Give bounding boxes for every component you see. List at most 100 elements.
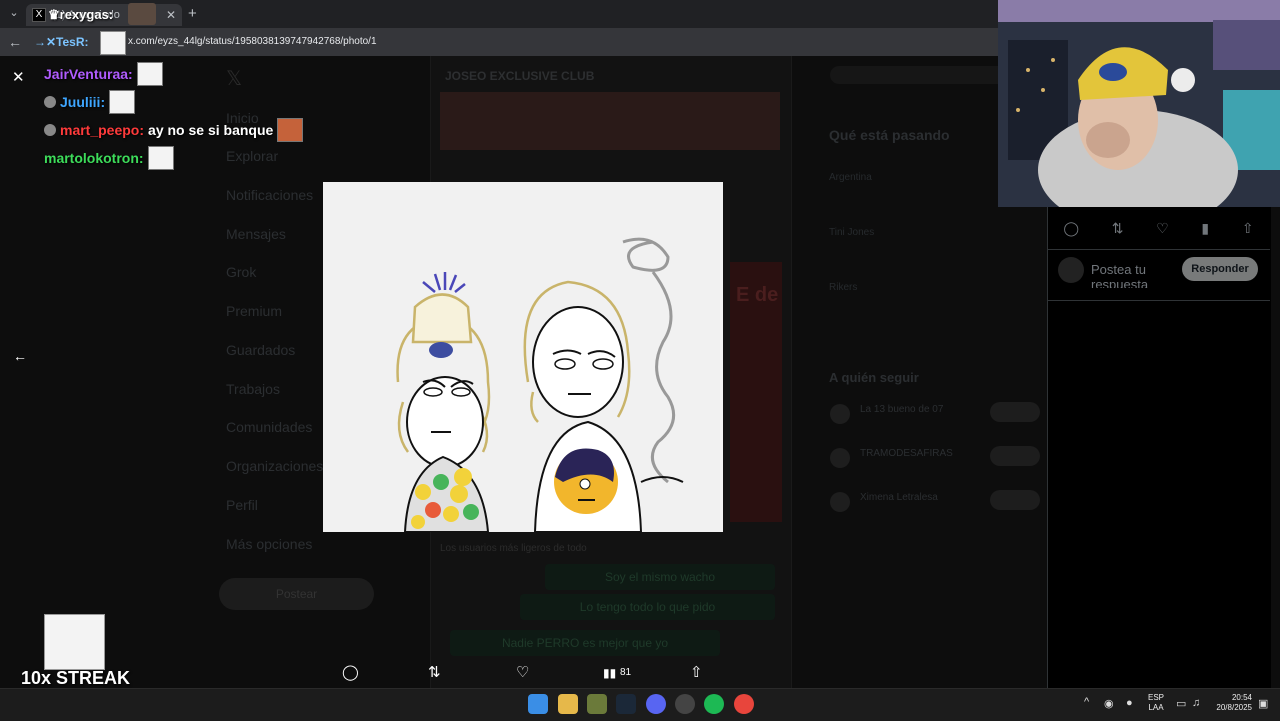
microphone-icon[interactable]: ● <box>1126 697 1133 709</box>
nav-item[interactable]: Grok <box>226 264 256 280</box>
streak-emote-icon <box>44 614 105 670</box>
language-code: ESP <box>1148 693 1165 702</box>
follow-name: La 13 bueno de 07 <box>860 404 944 415</box>
trend-item[interactable]: Tini Jones <box>829 227 874 238</box>
avatar <box>830 448 850 468</box>
date: 20/8/2025 <box>1216 703 1252 712</box>
clock[interactable]: 20:54 20/8/2025 <box>1210 693 1252 713</box>
post-text: Los usuarios más ligeros de todo <box>440 543 587 554</box>
close-icon[interactable]: ✕ <box>12 68 25 86</box>
webcam-image <box>998 0 1280 207</box>
avatar <box>830 492 850 512</box>
file-explorer-icon[interactable] <box>558 694 578 714</box>
previous-photo-icon[interactable]: ← <box>13 348 27 364</box>
repost-icon[interactable]: ⇅ <box>1112 220 1124 237</box>
network-icon[interactable]: ◉ <box>1104 697 1114 710</box>
repost-icon[interactable]: ⇅ <box>428 663 441 681</box>
post-button[interactable]: Postear <box>219 578 374 610</box>
post-option[interactable]: Lo tengo todo lo que pido <box>520 594 775 620</box>
emote-icon <box>109 90 136 114</box>
badge-icon <box>44 124 56 136</box>
volume-icon[interactable]: ♫ <box>1192 697 1200 709</box>
like-icon[interactable]: ♡ <box>1156 220 1169 237</box>
post-option[interactable]: Soy el mismo wacho <box>545 564 775 590</box>
streak-label: 10x STREAK <box>21 668 131 688</box>
notification-icon[interactable]: ▣ <box>1258 697 1268 710</box>
chat-username: mart_peepo: <box>60 122 145 138</box>
language-indicator[interactable]: ESP LAA <box>1148 693 1164 713</box>
layout-code: LAA <box>1148 703 1164 712</box>
chat-text: ay no se si banque <box>148 122 274 138</box>
nav-item[interactable]: Perfil <box>226 497 258 513</box>
bookmark-icon[interactable]: ▮ <box>1201 220 1209 237</box>
divider <box>1047 300 1270 301</box>
discord-icon[interactable] <box>646 694 666 714</box>
nav-item[interactable]: Premium <box>226 303 282 319</box>
spotify-icon[interactable] <box>704 694 724 714</box>
tab-search-button[interactable]: ⌄ <box>6 6 22 22</box>
reply-button[interactable]: Responder <box>1182 257 1258 281</box>
chrome-icon[interactable] <box>734 694 754 714</box>
emote-icon <box>100 31 126 55</box>
x-favicon-icon: X <box>32 8 46 22</box>
trend-item[interactable]: Argentina <box>829 172 872 183</box>
time: 20:54 <box>1231 693 1252 702</box>
drawing-illustration <box>323 182 723 533</box>
x-logo-icon[interactable]: 𝕏 <box>226 66 242 91</box>
url-text[interactable]: x.com/eyzs_44lg/status/19580381397479427… <box>128 36 377 47</box>
nav-item[interactable]: Notificaciones <box>226 187 313 203</box>
community-title: JOSEO EXCLUSIVE CLUB <box>445 69 595 83</box>
trend-item[interactable]: Rikers <box>829 282 857 293</box>
browser-back-button[interactable]: ← <box>8 34 22 50</box>
reply-icon[interactable]: ◯ <box>1063 220 1079 237</box>
follow-button[interactable] <box>990 402 1040 422</box>
emote-icon <box>147 146 174 170</box>
start-icon[interactable] <box>528 694 548 714</box>
emote-icon <box>136 62 163 86</box>
nav-item[interactable]: Más opciones <box>226 536 312 552</box>
follow-suggestion[interactable]: TRAMODESAFIRAS <box>830 446 1040 472</box>
post-option[interactable]: Nadie PERRO es mejor que yo <box>450 630 720 656</box>
tab-close-icon[interactable]: ✕ <box>166 8 176 22</box>
webcam-overlay <box>998 0 1280 207</box>
reply-icon[interactable]: ◯ <box>342 663 359 681</box>
nav-item[interactable]: Guardados <box>226 342 295 358</box>
nav-item[interactable]: Explorar <box>226 148 278 164</box>
views-icon[interactable]: ▮▮ <box>603 666 616 680</box>
emote-icon <box>277 118 304 142</box>
nav-item[interactable]: Mensajes <box>226 226 286 242</box>
chat-message: martolokotron: <box>44 146 174 170</box>
follow-button[interactable] <box>990 490 1040 510</box>
chat-username: Juuliii: <box>60 94 106 110</box>
chat-username: JairVenturaa: <box>44 66 133 82</box>
share-icon[interactable]: ⇧ <box>690 663 703 681</box>
post-button-label: Postear <box>275 587 318 601</box>
avatar <box>1058 257 1084 283</box>
like-icon[interactable]: ♡ <box>516 663 529 681</box>
nav-item[interactable]: Organizaciones <box>226 458 323 474</box>
follow-name: TRAMODESAFIRAS <box>860 448 953 459</box>
post-media-text: E de <box>736 284 779 306</box>
follow-suggestion[interactable]: Ximena Letralesa <box>830 490 1040 516</box>
new-tab-button[interactable]: + <box>188 5 202 22</box>
badge-icon <box>44 96 56 108</box>
tray-overflow-icon[interactable]: ^ <box>1084 696 1089 708</box>
follow-button[interactable] <box>990 446 1040 466</box>
nav-item[interactable]: Comunidades <box>226 419 312 435</box>
post-photo[interactable] <box>323 182 723 533</box>
display-icon[interactable]: ▭ <box>1176 697 1186 710</box>
post-actions-bar: ◯ ⇅ ♡ ▮ ⇧ <box>1047 207 1270 250</box>
share-icon[interactable]: ⇧ <box>1242 220 1254 237</box>
steam-icon[interactable] <box>616 694 636 714</box>
follow-suggestion[interactable]: La 13 bueno de 07 <box>830 402 1040 428</box>
chat-overlay-prefix: →✕TesR: <box>34 35 89 49</box>
avatar <box>830 404 850 424</box>
app-icon[interactable] <box>675 694 695 714</box>
chat-message: Juuliii: <box>44 90 136 114</box>
app-icon[interactable] <box>587 694 607 714</box>
follow-name: Ximena Letralesa <box>860 492 938 503</box>
nav-item[interactable]: Trabajos <box>226 381 280 397</box>
chat-message: mart_peepo: ay no se si banque <box>44 118 304 142</box>
chat-overlay-avatar <box>128 3 156 25</box>
reply-input[interactable]: Postea tu respuesta <box>1091 262 1171 288</box>
